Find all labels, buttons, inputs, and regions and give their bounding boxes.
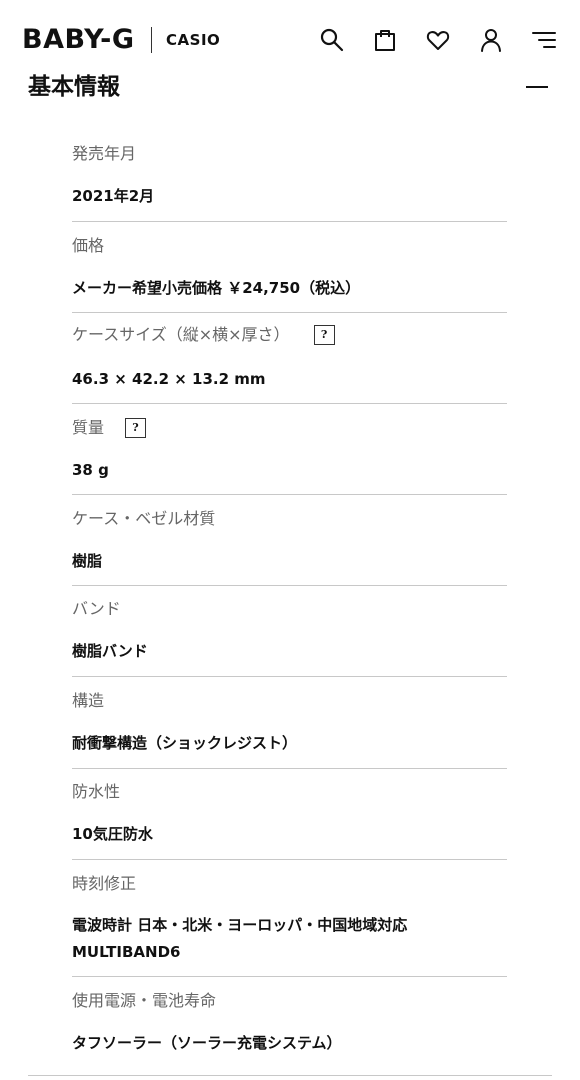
brand-logo[interactable]: BABY-G CASIO [22, 24, 220, 56]
logo-divider [150, 27, 153, 53]
menu-icon[interactable] [530, 26, 558, 54]
spec-label: 防水性 [72, 782, 121, 801]
spec-value: 樹脂 [72, 552, 103, 570]
collapse-toggle-button[interactable] [524, 74, 550, 100]
maker-name: CASIO [166, 31, 221, 49]
spec-list: 発売年月 2021年2月 価格 メーカー希望小売価格 ￥24,750（税込） ケ… [72, 130, 507, 1073]
section-bottom-divider [28, 1075, 552, 1076]
spec-value: タフソーラー（ソーラー充電システム） [72, 1034, 342, 1052]
spec-row-release-date: 発売年月 2021年2月 [72, 130, 507, 222]
spec-value: 耐衝撃構造（ショックレジスト） [72, 734, 298, 752]
spec-row-time-adjustment: 時刻修正 電波時計 日本・北米・ヨーロッパ・中国地域対応 MULTIBAND6 [72, 860, 507, 977]
spec-value: 2021年2月 [72, 187, 155, 205]
spec-value: 樹脂バンド [72, 642, 148, 660]
header-icons [318, 26, 558, 54]
shopping-bag-icon[interactable] [371, 26, 399, 54]
spec-row-power-source: 使用電源・電池寿命 タフソーラー（ソーラー充電システム） [72, 977, 507, 1073]
help-icon[interactable]: ? [313, 325, 335, 345]
spec-label: バンド [72, 599, 121, 618]
spec-row-structure: 構造 耐衝撃構造（ショックレジスト） [72, 677, 507, 769]
heart-icon[interactable] [424, 26, 452, 54]
spec-value: 46.3 × 42.2 × 13.2 mm [72, 370, 266, 388]
spec-row-price: 価格 メーカー希望小売価格 ￥24,750（税込） [72, 222, 507, 313]
spec-row-case-size: ケースサイズ（縦×横×厚さ） ? 46.3 × 42.2 × 13.2 mm [72, 313, 507, 404]
spec-label: 時刻修正 [72, 874, 137, 893]
spec-label: 構造 [72, 691, 105, 710]
spec-label: ケース・ベゼル材質 [72, 509, 216, 528]
user-icon[interactable] [477, 26, 505, 54]
site-header: BABY-G CASIO [0, 0, 580, 80]
search-icon[interactable] [318, 26, 346, 54]
spec-row-band: バンド 樹脂バンド [72, 586, 507, 677]
spec-label-text: ケースサイズ（縦×横×厚さ） [72, 325, 290, 344]
brand-name: BABY-G [22, 24, 135, 55]
spec-row-water-resistance: 防水性 10気圧防水 [72, 769, 507, 860]
section-title: 基本情報 [28, 74, 120, 100]
spec-value: 10気圧防水 [72, 825, 153, 843]
spec-label: 価格 [72, 236, 105, 255]
spec-label: 発売年月 [72, 144, 137, 163]
spec-value-line1: 電波時計 日本・北米・ヨーロッパ・中国地域対応 [72, 916, 408, 934]
spec-row-weight: 質量 ? 38 g [72, 404, 507, 495]
spec-value: メーカー希望小売価格 ￥24,750（税込） [72, 279, 361, 297]
spec-value-line2: MULTIBAND6 [72, 943, 181, 961]
spec-label-with-help: ケースサイズ（縦×横×厚さ） ? [72, 324, 335, 346]
spec-value: 38 g [72, 461, 109, 479]
spec-row-case-bezel-material: ケース・ベゼル材質 樹脂 [72, 495, 507, 586]
spec-label-text: 質量 [72, 418, 105, 437]
spec-label-with-help: 質量 ? [72, 417, 147, 439]
help-icon[interactable]: ? [125, 418, 147, 438]
spec-label: 使用電源・電池寿命 [72, 991, 217, 1010]
